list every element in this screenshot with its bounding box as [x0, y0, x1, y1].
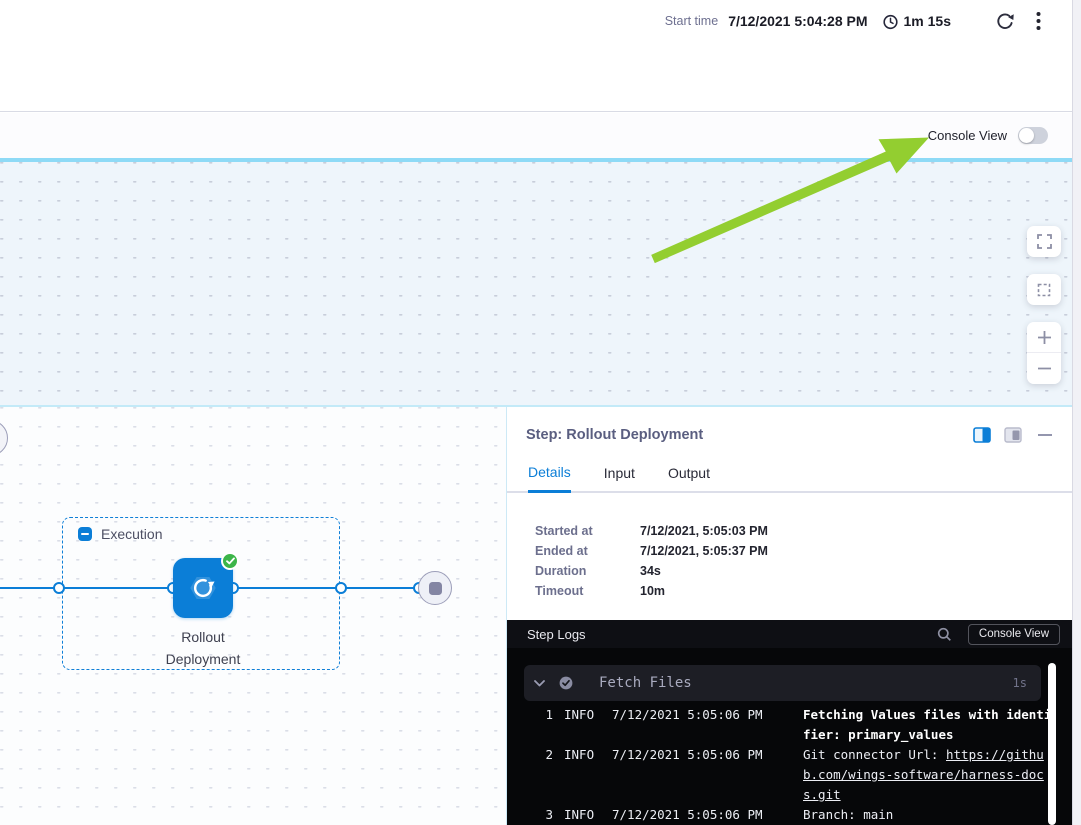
step-logs-header: Step Logs Console View [507, 620, 1072, 648]
more-options-button[interactable] [1036, 11, 1041, 31]
log-message: Git connector Url: https://github.com/wi… [803, 745, 1051, 805]
rollout-node-icon [185, 570, 221, 606]
node-label: Rollout Deployment [148, 626, 258, 670]
rollout-deployment-node[interactable] [173, 558, 233, 618]
stop-icon [429, 582, 442, 595]
zoom-out-button[interactable] [1027, 353, 1061, 384]
refresh-button[interactable] [995, 11, 1016, 32]
log-timestamp: 7/12/2021 5:05:06 PM [612, 745, 764, 765]
tab-output[interactable]: Output [668, 456, 710, 491]
port-group-out [335, 582, 347, 594]
fit-view-icon [1037, 283, 1051, 297]
detail-row: Started at7/12/2021, 5:05:03 PM [535, 521, 1072, 541]
execution-group-label: Execution [78, 526, 162, 542]
start-time-value: 7/12/2021 5:04:28 PM [728, 13, 867, 29]
log-line: 3 INFO 7/12/2021 5:05:06 PM Branch: main [524, 805, 1072, 825]
log-timestamp: 7/12/2021 5:05:06 PM [612, 705, 764, 725]
start-time-label: Start time [665, 14, 719, 28]
detail-value: 7/12/2021, 5:05:03 PM [640, 521, 768, 541]
stop-node[interactable] [418, 571, 452, 605]
elapsed-duration: 1m 15s [882, 13, 951, 30]
log-timestamp: 7/12/2021 5:05:06 PM [612, 805, 764, 825]
log-line-number: 1 [524, 705, 553, 725]
detail-row: Timeout10m [535, 581, 1072, 601]
pipeline-canvas-upper [0, 162, 1081, 405]
step-details-table: Started at7/12/2021, 5:05:03 PM Ended at… [507, 493, 1072, 601]
step-logs-title: Step Logs [527, 627, 937, 642]
collapse-group-icon[interactable] [78, 527, 92, 541]
search-icon [937, 627, 952, 642]
detail-row: Ended at7/12/2021, 5:05:37 PM [535, 541, 1072, 561]
zoom-in-button[interactable] [1027, 322, 1061, 353]
split-view-primary-icon [973, 427, 991, 443]
split-view-secondary-icon [1004, 427, 1022, 443]
log-section-fetch-files[interactable]: Fetch Files 1s [524, 665, 1041, 701]
step-logs-section: Step Logs Console View Fetch Files [507, 620, 1072, 825]
canvas-zoom-controls [1027, 226, 1061, 384]
tab-input[interactable]: Input [604, 456, 635, 491]
split-view-primary-button[interactable] [973, 427, 991, 443]
fullscreen-button[interactable] [1027, 226, 1061, 257]
toggle-knob [1019, 128, 1034, 143]
detail-label: Timeout [535, 581, 640, 601]
log-level: INFO [564, 705, 602, 725]
kebab-menu-icon [1036, 11, 1041, 31]
zoom-out-icon [1037, 361, 1052, 376]
log-line: 1 INFO 7/12/2021 5:05:06 PM Fetching Val… [524, 705, 1072, 745]
minimize-panel-button[interactable] [1038, 428, 1052, 442]
log-console: Fetch Files 1s 1 INFO 7/12/2021 5:05:06 … [507, 648, 1072, 825]
group-name: Execution [101, 526, 162, 542]
panel-title: Step: Rollout Deployment [526, 427, 960, 443]
check-circle-icon [559, 676, 573, 690]
log-level: INFO [564, 745, 602, 765]
detail-value: 7/12/2021, 5:05:37 PM [640, 541, 768, 561]
success-badge-icon [221, 552, 239, 570]
log-line-number: 2 [524, 745, 553, 765]
port-group-in [53, 582, 65, 594]
chevron-down-icon [534, 680, 545, 687]
logs-console-view-button[interactable]: Console View [968, 624, 1060, 645]
log-message: Branch: main [803, 805, 1051, 825]
panel-tabs: Details Input Output [507, 456, 1072, 493]
log-section-name: Fetch Files [599, 675, 1013, 691]
console-view-toggle[interactable] [1018, 127, 1048, 144]
console-view-label: Console View [928, 128, 1007, 143]
tab-details[interactable]: Details [528, 456, 571, 493]
canvas-toolbar: Console View [0, 113, 1081, 158]
log-message: Fetching Values files with identifier: p… [803, 705, 1051, 745]
execution-header-bar: Start time 7/12/2021 5:04:28 PM 1m 15s [0, 0, 1081, 112]
log-line: 2 INFO 7/12/2021 5:05:06 PM Git connecto… [524, 745, 1072, 805]
detail-label: Ended at [535, 541, 640, 561]
refresh-icon [995, 11, 1016, 32]
elapsed-value: 1m 15s [904, 13, 951, 29]
pipeline-execution-screen: Start time 7/12/2021 5:04:28 PM 1m 15s [0, 0, 1081, 825]
log-lines: 1 INFO 7/12/2021 5:05:06 PM Fetching Val… [524, 705, 1072, 825]
step-details-panel: Step: Rollout Deployment Details Input O… [506, 407, 1072, 825]
fit-view-button[interactable] [1027, 274, 1061, 305]
log-message-text: Git connector Url: [803, 747, 946, 762]
detail-row: Duration34s [535, 561, 1072, 581]
page-scrollbar[interactable] [1072, 0, 1081, 825]
log-section-duration: 1s [1013, 676, 1027, 690]
execution-meta: Start time 7/12/2021 5:04:28 PM 1m 15s [665, 9, 1041, 33]
dot-grid [0, 162, 1081, 405]
log-search-button[interactable] [937, 627, 952, 642]
detail-value: 34s [640, 561, 661, 581]
fullscreen-icon [1037, 234, 1052, 249]
log-level: INFO [564, 805, 602, 825]
log-scrollbar-thumb[interactable] [1048, 663, 1056, 825]
panel-header: Step: Rollout Deployment [507, 407, 1072, 443]
zoom-in-icon [1037, 330, 1052, 345]
clock-icon [882, 13, 899, 30]
detail-label: Started at [535, 521, 640, 541]
detail-value: 10m [640, 581, 665, 601]
log-line-number: 3 [524, 805, 553, 825]
zoom-in-out-group [1027, 322, 1061, 384]
split-view-secondary-button[interactable] [1004, 427, 1022, 443]
detail-label: Duration [535, 561, 640, 581]
